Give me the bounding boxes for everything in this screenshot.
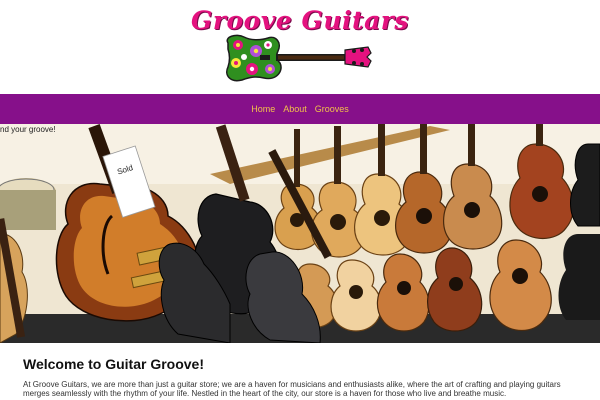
guitar-wall-photo: Sold	[0, 124, 600, 343]
main-navbar: Home About Grooves	[0, 94, 600, 124]
intro-paragraph: At Groove Guitars, we are more than just…	[23, 380, 561, 398]
page-title: Welcome to Guitar Groove!	[23, 356, 204, 372]
brand-logo-text[interactable]: Groove Guitars	[0, 6, 600, 35]
site-header: Groove Guitars	[0, 0, 600, 94]
nav-home-link[interactable]: Home	[251, 104, 275, 114]
flower-guitar-icon[interactable]	[222, 33, 374, 83]
hero-caption: nd your groove!	[0, 125, 56, 134]
nav-about-link[interactable]: About	[283, 104, 307, 114]
nav-grooves-link[interactable]: Grooves	[315, 104, 349, 114]
main-content: Welcome to Guitar Groove! At Groove Guit…	[0, 343, 600, 400]
main-nav: Home About Grooves	[0, 94, 600, 124]
hero-banner: Sold nd your groove!	[0, 124, 600, 343]
